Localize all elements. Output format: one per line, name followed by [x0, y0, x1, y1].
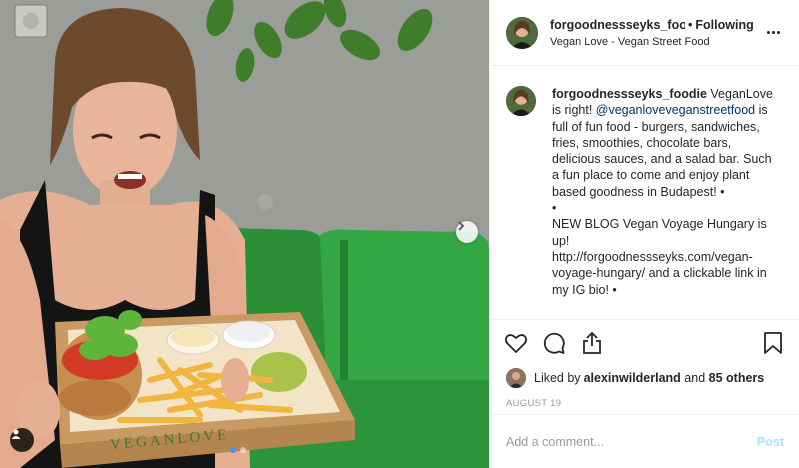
carousel-dot — [240, 447, 246, 453]
post-location-link[interactable]: Vegan Love - Vegan Street Food — [550, 36, 760, 48]
caption-text-after: is full of fun food - burgers, sandwiche… — [552, 103, 772, 199]
separator-dot: • — [688, 17, 693, 32]
post-comment-button[interactable]: Post — [757, 435, 784, 449]
likes-middle: and — [680, 371, 709, 385]
caption: forgoodnessseyks_foodie VeganLove is rig… — [506, 86, 783, 298]
action-bar — [490, 320, 799, 366]
following-button[interactable]: Following — [695, 18, 753, 32]
more-options-icon[interactable] — [763, 31, 783, 34]
next-photo-button[interactable] — [456, 221, 478, 243]
user-tags-button[interactable] — [10, 428, 34, 452]
liker-username[interactable]: alexinwilderland — [584, 371, 681, 385]
post-header: forgoodnessseyks_fooc • Following Vegan … — [490, 0, 799, 66]
carousel-indicator — [230, 447, 246, 453]
photo-illustration — [0, 0, 489, 468]
share-icon[interactable] — [580, 331, 604, 355]
comment-input[interactable] — [506, 434, 757, 449]
caption-text: forgoodnessseyks_foodie VeganLove is rig… — [552, 86, 777, 298]
liker-avatar[interactable] — [506, 368, 526, 388]
caption-username[interactable]: forgoodnessseyks_foodie — [552, 87, 707, 101]
carousel-dot-active — [230, 447, 236, 453]
heart-icon[interactable] — [504, 331, 528, 355]
caption-bullet: • — [552, 201, 557, 216]
caption-mention-link[interactable]: @veganloveveganstreetfood — [596, 103, 755, 117]
post-author-username[interactable]: forgoodnessseyks_fooc — [550, 18, 685, 32]
caption-avatar[interactable] — [506, 86, 536, 116]
speech-bubble-icon[interactable] — [542, 331, 566, 355]
likes-others-link[interactable]: 85 others — [709, 371, 765, 385]
post-photo[interactable]: VEGANLOVE — [0, 0, 489, 468]
bookmark-icon[interactable] — [761, 331, 785, 355]
post-details-panel: forgoodnessseyks_fooc • Following Vegan … — [489, 0, 799, 468]
add-comment-bar: Post — [490, 414, 799, 468]
caption-blog-line: NEW BLOG Vegan Voyage Hungary is up! — [552, 217, 767, 248]
comments-section[interactable]: forgoodnessseyks_foodie VeganLove is rig… — [490, 66, 799, 320]
caption-blog-link: http://forgoodnessseyks.com/vegan-voyage… — [552, 249, 767, 297]
likes-summary: Liked by alexinwilderland and 85 others — [490, 366, 799, 390]
likes-prefix: Liked by — [534, 371, 581, 385]
avatar[interactable] — [506, 16, 538, 49]
